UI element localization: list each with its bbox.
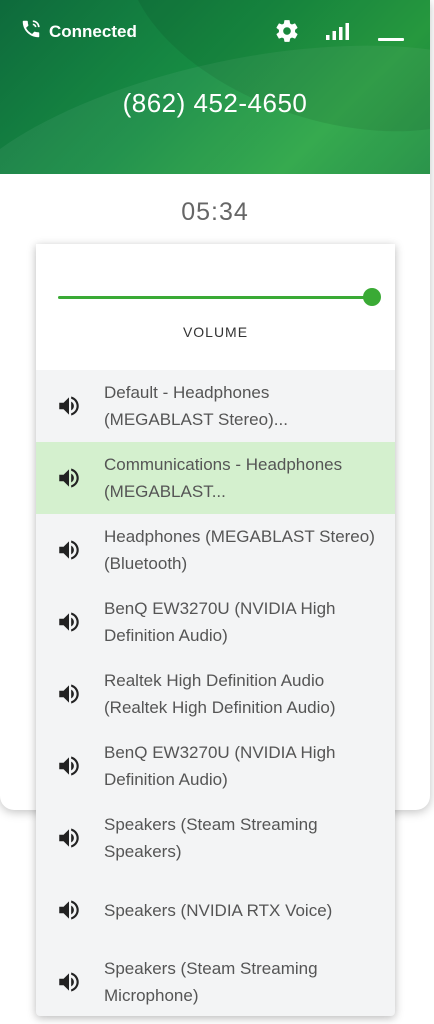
audio-device-item[interactable]: BenQ EW3270U (NVIDIA High Definition Aud… <box>36 586 395 658</box>
audio-device-label: BenQ EW3270U (NVIDIA High Definition Aud… <box>104 743 336 789</box>
speaker-icon <box>56 753 82 779</box>
audio-device-item[interactable]: Default - Headphones (MEGABLAST Stereo).… <box>36 370 395 442</box>
minimize-icon[interactable] <box>378 29 404 47</box>
volume-section: VOLUME <box>36 244 395 370</box>
audio-output-dropdown: VOLUME Default - Headphones (MEGABLAST S… <box>36 244 395 1016</box>
audio-device-item[interactable]: Speakers (Steam Streaming Microphone) <box>36 946 395 1016</box>
audio-device-label: Communications - Headphones (MEGABLAST..… <box>104 455 343 501</box>
speaker-icon <box>56 681 82 707</box>
audio-device-label: Default - Headphones (MEGABLAST Stereo).… <box>104 383 288 429</box>
call-timer: 05:34 <box>181 198 249 226</box>
signal-strength-icon[interactable] <box>326 22 350 45</box>
call-header: Connected (862) 452-4650 <box>0 0 430 174</box>
volume-slider-thumb[interactable] <box>363 288 381 306</box>
volume-label: VOLUME <box>182 324 249 340</box>
audio-device-label: Speakers (Steam Streaming Speakers) <box>104 815 318 861</box>
audio-device-label: Speakers (NVIDIA RTX Voice) <box>104 900 333 920</box>
audio-device-item[interactable]: Realtek High Definition Audio (Realtek H… <box>36 658 395 730</box>
status-text: Connected <box>49 21 137 41</box>
audio-device-item[interactable]: Speakers (Steam Streaming Speakers) <box>36 802 395 874</box>
gear-icon[interactable] <box>274 18 300 49</box>
audio-device-list: Default - Headphones (MEGABLAST Stereo).… <box>36 370 395 1016</box>
audio-device-item[interactable]: Communications - Headphones (MEGABLAST..… <box>36 442 395 514</box>
phone-connected-icon <box>20 18 49 45</box>
speaker-icon <box>56 537 82 563</box>
audio-device-label: Realtek High Definition Audio (Realtek H… <box>104 671 336 717</box>
speaker-icon <box>56 825 82 851</box>
volume-slider-track[interactable] <box>58 296 372 299</box>
speaker-icon <box>56 393 82 419</box>
phone-number: (862) 452-4650 <box>122 88 308 118</box>
speaker-icon <box>56 465 82 491</box>
audio-device-label: Speakers (Steam Streaming Microphone) <box>104 959 318 1005</box>
audio-device-item[interactable]: BenQ EW3270U (NVIDIA High Definition Aud… <box>36 730 395 802</box>
audio-device-label: BenQ EW3270U (NVIDIA High Definition Aud… <box>104 599 336 645</box>
speaker-icon <box>56 969 82 995</box>
speaker-icon <box>56 609 82 635</box>
audio-device-item[interactable]: Headphones (MEGABLAST Stereo) (Bluetooth… <box>36 514 395 586</box>
audio-device-item[interactable]: Speakers (NVIDIA RTX Voice) <box>36 874 395 946</box>
audio-device-label: Headphones (MEGABLAST Stereo) (Bluetooth… <box>104 527 375 573</box>
connection-status: Connected <box>20 18 137 45</box>
speaker-icon <box>56 897 82 923</box>
